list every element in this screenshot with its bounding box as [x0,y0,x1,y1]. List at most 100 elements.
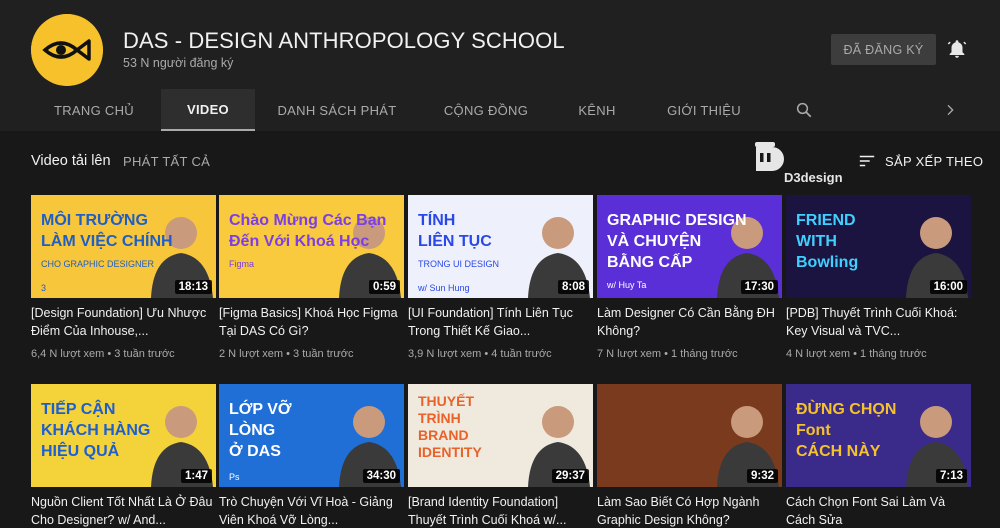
thumbnail-subtext: w/ Huy Ta [606,280,646,290]
thumbnail-text: Font [796,422,831,439]
thumbnail-text: FRIEND [796,212,856,229]
thumbnail-text: WITH [796,233,837,250]
thumbnail-text: MÔI TRƯỜNG [41,210,148,229]
video-title[interactable]: [UI Foundation] Tính Liên Tục Trong Thiế… [408,305,593,341]
video-thumbnail[interactable]: Chào Mừng Các Bạn Đến Với Khoá Học Figma 0:… [219,195,404,298]
video-meta: 3,9 N lượt xem • 4 tuần trước [408,348,552,360]
thumbnail-subtext: Figma [229,259,254,269]
thumbnail-text: ĐỪNG CHỌN [796,399,896,418]
video-thumbnail[interactable]: MÔI TRƯỜNG LÀM VIỆC CHÍNH CHO GRAPHIC DESI… [31,195,216,298]
sort-label: SẮP XẾP THEO [885,153,984,169]
video-duration: 17:30 [740,280,778,294]
video-title[interactable]: [Brand Identity Foundation] Thuyết Trình… [408,494,593,528]
video-thumbnail[interactable]: FRIEND WITH Bowling 16:00 [786,195,971,298]
thumbnail-text: Đến Với Khoá Học [229,233,369,250]
video-thumbnail[interactable]: 9:32 [597,384,782,487]
video-title[interactable]: Làm Designer Có Cần Bằng ĐH Không? [597,305,782,341]
thumbnail-text: GRAPHIC DESIGN [607,212,747,229]
channel-avatar[interactable] [31,14,103,86]
tab-videos[interactable]: VIDEO [161,89,255,131]
video-card[interactable]: FRIEND WITH Bowling 16:00 [PDB] Thuyết Trình… [786,195,971,365]
thumbnail-subtext: TRONG UI DESIGN [418,259,499,269]
video-duration: 7:13 [935,469,967,483]
video-duration: 16:00 [929,280,967,294]
watermark-text: D3design [784,170,843,185]
thumbnail-text: LÀM VIỆC CHÍNH [41,231,173,250]
thumbnail-text: LỚP VỠ [229,398,292,418]
thumbnail-text: Bowling [796,254,858,271]
video-card[interactable]: THUYẾT TRÌNH BRAND IDENTITY 29:37 [Brand Iden… [408,384,593,528]
thumbnail-text: LIÊN TỤC [418,231,492,250]
video-duration: 1:47 [180,469,212,483]
video-card[interactable]: GRAPHIC DESIGN VÀ CHUYỆN BẰNG CẤP w/ Huy Ta… [597,195,782,365]
subscriber-count: 53 N người đăng ký [123,56,234,70]
tab-home[interactable]: TRANG CHỦ [31,89,157,131]
thumbnail-text: KHÁCH HÀNG [41,420,150,439]
thumbnail-text: BRAND [418,427,469,443]
tab-channels[interactable]: KÊNH [566,89,628,131]
thumbnail-text: TRÌNH [418,410,461,426]
tab-playlists[interactable]: DANH SÁCH PHÁT [268,89,406,131]
video-meta: 6,4 N lượt xem • 3 tuần trước [31,348,175,360]
sort-button[interactable]: SẮP XẾP THEO [858,151,983,171]
subscribed-button[interactable]: ĐÃ ĐĂNG KÝ [831,34,936,65]
video-meta: 7 N lượt xem • 1 tháng trước [597,348,738,360]
video-card[interactable]: 9:32 Làm Sao Biết Có Hợp Ngành Graphic De… [597,384,782,528]
thumbnail-text: Chào Mừng Các Bạn [229,212,386,229]
video-title[interactable]: Nguồn Client Tốt Nhất Là Ở Đâu Cho Desig… [31,494,216,528]
tab-about[interactable]: GIỚI THIỆU [650,89,758,131]
thumbnail-subtext: CHO GRAPHIC DESIGNER [41,259,155,269]
video-thumbnail[interactable]: TÍNH LIÊN TỤC TRONG UI DESIGN w/ Sun Hung 8:… [408,195,593,298]
video-meta: 4 N lượt xem • 1 tháng trước [786,348,927,360]
video-thumbnail[interactable]: TIẾP CẬN KHÁCH HÀNG HIỆU QUẢ 1:47 [31,384,216,487]
video-card[interactable]: TÍNH LIÊN TỤC TRONG UI DESIGN w/ Sun Hung 8:… [408,195,593,365]
uploads-bar: Video tải lên PHÁT TẤT CẢ D3design SẮP X… [0,131,1000,191]
video-card[interactable]: TIẾP CẬN KHÁCH HÀNG HIỆU QUẢ 1:47 Nguồn Clie… [31,384,216,528]
play-all-button[interactable]: PHÁT TẤT CẢ [123,154,210,169]
d3design-watermark: D3design [750,139,850,185]
tab-community[interactable]: CỘNG ĐỒNG [426,89,546,131]
video-card[interactable]: LỚP VỠ LÒNG Ở DAS Ps 34:30 Trò Chuyện Với Vĩ … [219,384,404,528]
video-title[interactable]: Cách Chọn Font Sai Làm Và Cách Sửa [786,494,971,528]
video-duration: 34:30 [362,469,400,483]
thumbnail-text: Ở DAS [229,441,281,460]
video-title[interactable]: [Figma Basics] Khoá Học Figma Tại DAS Có… [219,305,404,341]
video-title[interactable]: [Design Foundation] Ưu Nhược Điểm Của In… [31,305,216,341]
channel-name: DAS - DESIGN ANTHROPOLOGY SCHOOL [123,28,565,53]
video-duration: 9:32 [746,469,778,483]
channel-tabs: TRANG CHỦ VIDEO DANH SÁCH PHÁT CỘNG ĐỒNG… [0,89,1000,131]
video-duration: 0:59 [368,280,400,294]
thumbnail-text: CÁCH NÀY [796,441,881,460]
uploads-title: Video tải lên [31,153,111,169]
notification-bell-icon[interactable] [946,38,968,60]
chevron-right-icon[interactable] [936,89,964,131]
video-thumbnail[interactable]: THUYẾT TRÌNH BRAND IDENTITY 29:37 [408,384,593,487]
thumbnail-badge: Ps [229,472,240,482]
thumbnail-text: THUYẾT [418,393,474,409]
video-duration: 8:08 [557,280,589,294]
thumbnail-badge: 3 [41,283,46,293]
video-card[interactable]: MÔI TRƯỜNG LÀM VIỆC CHÍNH CHO GRAPHIC DESI… [31,195,216,365]
thumbnail-text: HIỆU QUẢ [41,441,120,460]
thumbnail-text: TIẾP CẬN [41,399,115,418]
thumbnail-text: VÀ CHUYỆN [607,231,701,250]
video-card[interactable]: Chào Mừng Các Bạn Đến Với Khoá Học Figma 0:… [219,195,404,365]
video-meta: 2 N lượt xem • 3 tuần trước [219,348,354,360]
channel-header: DAS - DESIGN ANTHROPOLOGY SCHOOL 53 N ng… [0,0,1000,131]
search-icon[interactable] [786,89,822,131]
video-card[interactable]: ĐỪNG CHỌN Font CÁCH NÀY 7:13 Cách Chọn Font … [786,384,971,528]
video-thumbnail[interactable]: ĐỪNG CHỌN Font CÁCH NÀY 7:13 [786,384,971,487]
video-thumbnail[interactable]: LỚP VỠ LÒNG Ở DAS Ps 34:30 [219,384,404,487]
video-duration: 18:13 [174,280,212,294]
thumbnail-text: TÍNH [418,210,455,229]
thumbnail-text: IDENTITY [418,444,482,460]
video-duration: 29:37 [551,469,589,483]
thumbnail-text: BẰNG CẤP [607,252,693,271]
thumbnail-text: LÒNG [229,420,275,439]
sort-icon [859,155,875,167]
video-title[interactable]: Làm Sao Biết Có Hợp Ngành Graphic Design… [597,494,782,528]
video-title[interactable]: Trò Chuyện Với Vĩ Hoà - Giảng Viên Khoá … [219,494,404,528]
thumbnail-badge: w/ Sun Hung [417,283,470,293]
video-title[interactable]: [PDB] Thuyết Trình Cuối Khoá: Key Visual… [786,305,971,341]
video-thumbnail[interactable]: GRAPHIC DESIGN VÀ CHUYỆN BẰNG CẤP w/ Huy Ta… [597,195,782,298]
